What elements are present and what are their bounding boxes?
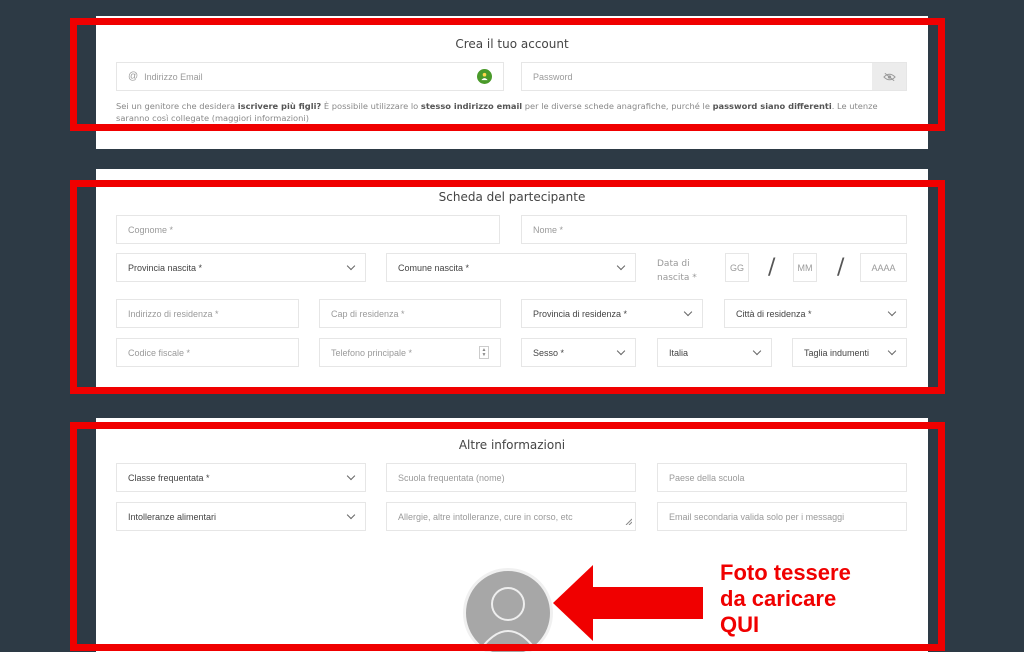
photo-annotation: Foto tessere da caricare QUI xyxy=(720,560,851,637)
highlight-box-participant xyxy=(70,180,945,394)
highlight-box-account xyxy=(70,18,945,131)
arrow-shaft xyxy=(591,587,703,619)
arrow-left-icon xyxy=(553,565,593,641)
